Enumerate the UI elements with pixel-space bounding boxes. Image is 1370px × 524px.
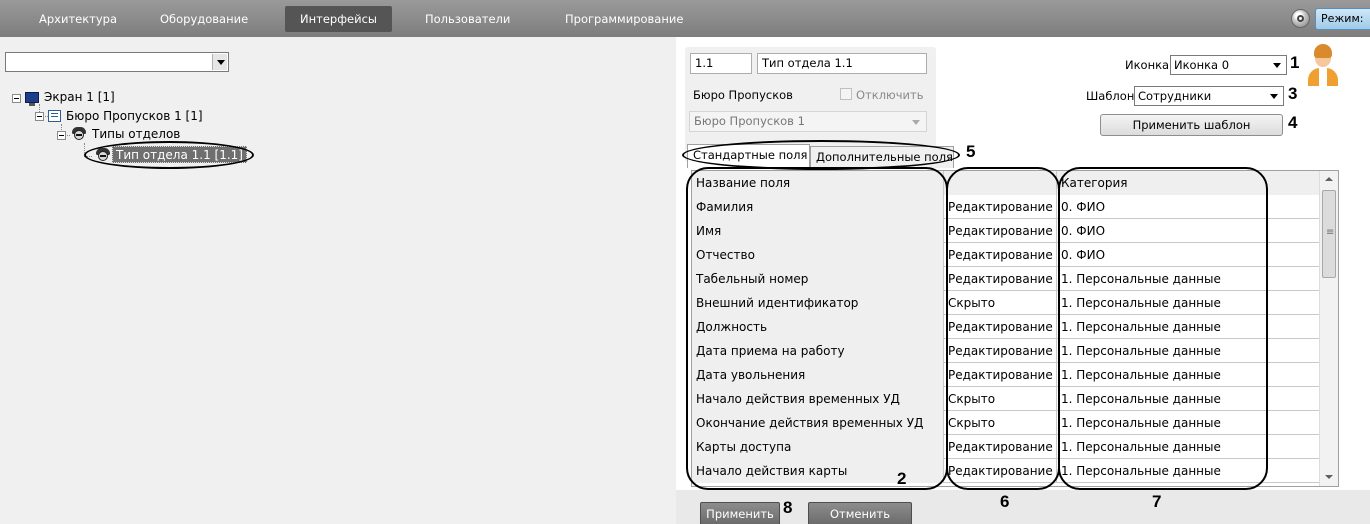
annotation-5: 5 bbox=[966, 142, 976, 161]
collapse-toggle[interactable] bbox=[35, 112, 44, 121]
disable-checkbox[interactable] bbox=[840, 88, 852, 100]
menu-architecture[interactable]: Архитектура bbox=[24, 6, 132, 32]
department-type-icon bbox=[71, 127, 87, 141]
mode-button[interactable]: Режим: bbox=[1315, 8, 1370, 30]
icon-select[interactable]: Иконка 0 bbox=[1170, 55, 1287, 75]
scroll-down-icon[interactable] bbox=[1320, 469, 1338, 486]
annotation-6: 6 bbox=[1000, 492, 1010, 511]
icon-label: Иконка bbox=[1125, 58, 1170, 72]
object-id-field[interactable]: 1.1 bbox=[690, 53, 752, 74]
chevron-down-icon[interactable] bbox=[212, 54, 227, 70]
apply-template-button[interactable]: Применить шаблон bbox=[1100, 114, 1283, 136]
template-select[interactable]: Сотрудники bbox=[1134, 86, 1284, 106]
object-name-field[interactable]: Тип отдела 1.1 bbox=[757, 53, 927, 74]
annotation-8: 8 bbox=[783, 498, 793, 517]
menu-equipment[interactable]: Оборудование bbox=[145, 6, 263, 32]
tree-node-pass-office[interactable]: Бюро Пропусков 1 [1] bbox=[66, 107, 203, 125]
template-label: Шаблон bbox=[1086, 89, 1135, 103]
disable-label: Отключить bbox=[856, 88, 924, 102]
annotation-4: 4 bbox=[1288, 113, 1298, 132]
highlight-oval bbox=[686, 167, 948, 490]
menu-users[interactable]: Пользователи bbox=[410, 6, 525, 32]
highlight-oval bbox=[682, 140, 960, 170]
annotation-3: 3 bbox=[1288, 84, 1298, 103]
annotation-1: 1 bbox=[1290, 53, 1300, 72]
collapse-toggle[interactable] bbox=[12, 94, 21, 103]
monitor-icon bbox=[25, 92, 39, 106]
tree-node-screen[interactable]: Экран 1 [1] bbox=[44, 88, 115, 106]
scrollbar-thumb[interactable] bbox=[1322, 190, 1336, 278]
settings-icon[interactable] bbox=[1291, 9, 1310, 28]
employee-avatar-icon bbox=[1305, 44, 1339, 86]
menu-programming[interactable]: Программирование bbox=[550, 6, 698, 32]
bottom-button-bar bbox=[676, 490, 1370, 524]
grid-vertical-scrollbar[interactable] bbox=[1319, 171, 1338, 486]
highlight-oval bbox=[946, 167, 1060, 490]
scroll-up-icon[interactable] bbox=[1320, 171, 1338, 188]
top-menu-bar: Архитектура Оборудование Интерфейсы Поль… bbox=[0, 0, 1370, 37]
collapse-toggle[interactable] bbox=[57, 131, 66, 140]
tree-filter-combo[interactable] bbox=[5, 52, 229, 72]
parent-label: Бюро Пропусков bbox=[693, 88, 793, 102]
parent-combo[interactable]: Бюро Пропусков 1 bbox=[689, 111, 927, 132]
annotation-2: 2 bbox=[897, 469, 907, 488]
highlight-oval bbox=[1058, 167, 1268, 490]
annotation-7: 7 bbox=[1152, 492, 1162, 511]
menu-interfaces[interactable]: Интерфейсы bbox=[285, 6, 392, 32]
apply-button[interactable]: Применить bbox=[700, 502, 780, 524]
highlight-oval bbox=[84, 141, 254, 169]
list-icon bbox=[48, 110, 61, 122]
cancel-button[interactable]: Отменить bbox=[808, 502, 912, 524]
